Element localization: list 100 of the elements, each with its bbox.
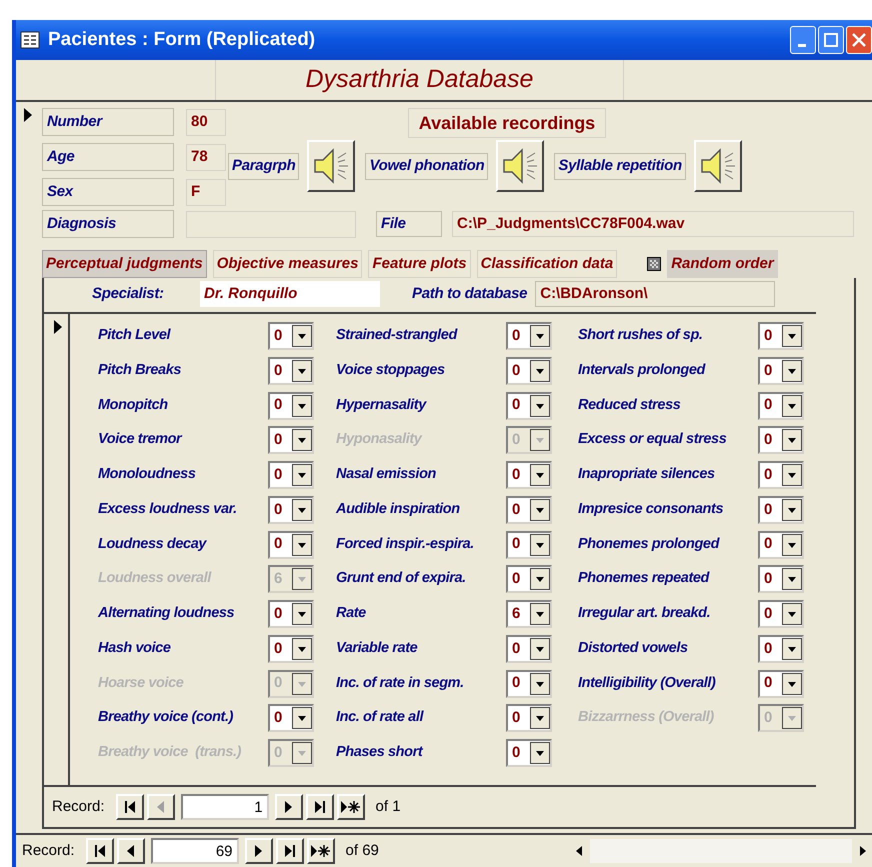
prev-record-icon: [127, 845, 134, 857]
form-icon: [20, 31, 40, 49]
rating-dropdown[interactable]: 0: [268, 704, 314, 732]
close-icon: [852, 33, 866, 47]
rating-dropdown[interactable]: 0: [506, 530, 552, 558]
rating-label: Bizzarrness (Overall): [578, 708, 715, 728]
rating-label: Loudness overall: [98, 569, 212, 588]
specialist-field[interactable]: Dr. Ronquillo: [200, 281, 380, 307]
rating-dropdown[interactable]: 0: [758, 392, 804, 420]
rating-dropdown[interactable]: 0: [268, 356, 314, 385]
rating-dropdown[interactable]: 0: [506, 322, 552, 350]
field-label: Diagnosis: [42, 210, 174, 238]
rating-dropdown[interactable]: 0: [268, 634, 314, 663]
rating-label: Inapropriate silences: [578, 465, 716, 484]
record-number-field[interactable]: 69: [150, 838, 239, 864]
rating-label: Hypernasality: [336, 396, 428, 415]
maximize-button[interactable]: [818, 26, 844, 54]
random-order-button[interactable]: Random order: [667, 250, 778, 278]
nav-last-button[interactable]: [276, 838, 304, 864]
maximize-icon: [824, 33, 838, 47]
first-record-icon: [94, 845, 105, 857]
rating-dropdown[interactable]: 0: [268, 322, 314, 350]
rating-dropdown[interactable]: 0: [268, 392, 314, 420]
rating-dropdown[interactable]: 0: [506, 670, 552, 698]
field-value: 78: [186, 144, 226, 170]
nav-new-button[interactable]: [336, 794, 365, 820]
rating-label: Excess or equal stress: [578, 430, 728, 450]
field-label: Number: [42, 108, 174, 136]
rating-dropdown[interactable]: 0: [506, 392, 552, 420]
rating-dropdown[interactable]: 0: [758, 461, 804, 489]
rating-dropdown[interactable]: 0: [268, 530, 314, 558]
rating-label: Rate: [336, 604, 367, 624]
rating-dropdown[interactable]: 0: [506, 739, 552, 767]
rating-label: Grunt end of expira.: [336, 569, 467, 588]
rating-dropdown[interactable]: 0: [268, 496, 314, 524]
rating-dropdown[interactable]: 0: [758, 356, 804, 385]
speaker-button[interactable]: [496, 140, 544, 192]
rating-label: Distorted vowels: [578, 638, 689, 658]
nav-next-button[interactable]: [274, 794, 303, 820]
rating-label: Irregular art. breakd.: [578, 604, 712, 624]
nav-first-button[interactable]: [86, 838, 114, 864]
rating-label: Monoloudness: [98, 465, 197, 484]
rating-label: Hash voice: [98, 638, 172, 658]
rating-label: Voice tremor: [98, 430, 184, 450]
tab[interactable]: Perceptual judgments: [42, 250, 207, 278]
rating-dropdown[interactable]: 0: [758, 670, 804, 698]
horizontal-scrollbar[interactable]: [570, 839, 872, 863]
record-label: Record:: [52, 796, 105, 817]
speaker-button[interactable]: [307, 140, 356, 192]
path-field[interactable]: C:\BDAronson\: [535, 281, 776, 307]
rating-dropdown[interactable]: 0: [506, 634, 552, 663]
rating-label: Hoarse voice: [98, 674, 184, 693]
nav-new-button[interactable]: [306, 838, 335, 864]
rating-label: Nasal emission: [336, 465, 437, 484]
rating-dropdown[interactable]: 0: [758, 600, 804, 628]
rating-dropdown[interactable]: 0: [506, 461, 552, 489]
rating-dropdown[interactable]: 0: [758, 426, 804, 454]
rating-dropdown[interactable]: 0: [506, 496, 552, 524]
rating-dropdown[interactable]: 0: [758, 496, 804, 524]
rating-dropdown[interactable]: 0: [506, 356, 552, 385]
rating-label: Audible inspiration: [336, 500, 461, 519]
rating-dropdown[interactable]: 0: [758, 565, 804, 594]
record-selector-icon: [54, 320, 62, 334]
rating-label: Short rushes of sp.: [578, 326, 704, 346]
rating-dropdown[interactable]: 0: [758, 634, 804, 663]
record-label: Record:: [22, 840, 75, 861]
tab[interactable]: Feature plots: [368, 250, 471, 278]
rating-label: Alternating loudness: [98, 604, 236, 624]
rating-dropdown[interactable]: 0: [268, 426, 314, 454]
rating-label: Phases short: [336, 743, 424, 762]
tab[interactable]: Objective measures: [212, 250, 362, 278]
rating-label: Reduced stress: [578, 396, 682, 415]
rating-dropdown[interactable]: 0: [758, 530, 804, 558]
record-count: of 1: [376, 796, 401, 817]
field-value: F: [186, 178, 226, 206]
rating-label: Voice stoppages: [336, 360, 446, 380]
rating-label: Phonemes prolonged: [578, 534, 721, 554]
speaker-button[interactable]: [694, 140, 742, 192]
field-value: 80: [186, 108, 226, 136]
rating-label: Inc. of rate in segm.: [336, 674, 465, 693]
recording-label: Vowel phonation: [365, 152, 488, 180]
field-label: Sex: [42, 178, 174, 206]
rating-dropdown[interactable]: 6: [506, 600, 552, 628]
nav-first-button[interactable]: [116, 794, 144, 820]
rating-dropdown[interactable]: 0: [268, 461, 314, 489]
rating-dropdown[interactable]: 0: [506, 704, 552, 732]
minimize-button[interactable]: [790, 26, 816, 54]
nav-last-button[interactable]: [306, 794, 334, 820]
close-button[interactable]: [846, 26, 872, 54]
rating-label: Excess loudness var.: [98, 500, 238, 519]
rating-dropdown[interactable]: 0: [506, 565, 552, 594]
nav-next-button[interactable]: [244, 838, 273, 864]
rating-dropdown[interactable]: 0: [758, 322, 804, 350]
specialist-label: Specialist:: [92, 284, 165, 304]
new-record-icon: [341, 801, 360, 813]
rating-dropdown[interactable]: 0: [268, 600, 314, 628]
tab[interactable]: Classification data: [476, 250, 618, 278]
record-number-field[interactable]: 1: [180, 794, 269, 820]
rating-label: Forced inspir.-espira.: [336, 534, 475, 554]
nav-prev-button[interactable]: [116, 838, 145, 864]
